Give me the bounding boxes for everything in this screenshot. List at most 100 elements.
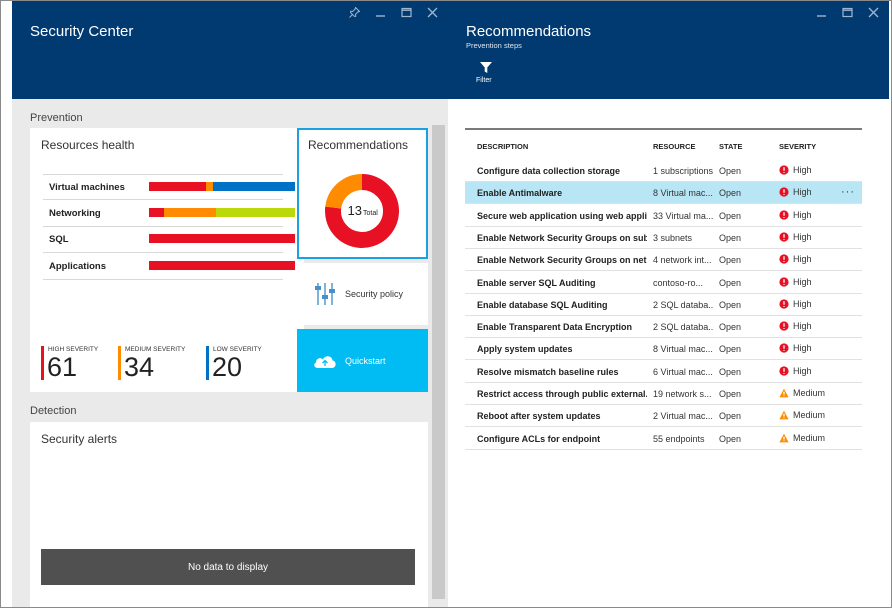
resource-health-bar [149,234,295,243]
minimize-icon[interactable] [374,6,386,18]
close-icon[interactable] [426,6,438,18]
no-data-message: No data to display [41,549,415,585]
resource-row[interactable]: Virtual machines [43,174,295,200]
recommendation-row[interactable]: Secure web application using web appli..… [465,205,862,227]
column-header-description[interactable]: DESCRIPTION [477,142,528,151]
recommendation-state: Open [719,389,742,399]
recommendation-resource: 2 SQL databa... [653,322,714,333]
recommendation-state: Open [719,255,742,266]
quickstart-label: Quickstart [345,356,386,366]
column-header-severity[interactable]: SEVERITY [779,142,816,151]
pin-icon[interactable] [348,6,360,18]
filter-label: Filter [476,77,492,84]
recommendation-row[interactable]: Enable Network Security Groups on sub...… [465,227,862,249]
donut-total-value: 13 [348,203,362,218]
recommendation-state: Open [719,210,742,221]
severity-text: High [793,187,812,198]
high-severity-icon [779,187,789,197]
recommendation-state: Open [719,344,742,355]
recommendation-state: Open [719,433,742,444]
medium-severity-icon [779,410,789,420]
recommendation-row[interactable]: Resolve mismatch baseline rules 6 Virtual… [465,361,862,383]
recommendations-tile[interactable]: Recommendations 13 Total [297,128,428,259]
recommendation-row[interactable]: Enable Network Security Groups on net...… [465,249,862,272]
recommendation-row[interactable]: Restrict access through public external.… [465,383,862,405]
recommendation-row[interactable]: Enable server SQL Auditing contoso-ro... O… [465,272,862,294]
recommendation-row[interactable]: Apply system updates 8 Virtual mac... Open… [465,338,862,361]
recommendation-row[interactable]: Enable database SQL Auditing 2 SQL databa… [465,294,862,316]
security-alerts-tile[interactable]: Security alerts No data to display [30,422,428,607]
recommendation-resource: 55 endpoints [653,433,705,444]
recommendation-severity: High [779,277,839,287]
severity-text: Medium [793,432,826,443]
high-severity-icon [779,366,789,376]
recommendation-state: Open [719,366,742,377]
recommendation-resource: 19 network s... [653,389,712,399]
severity-count[interactable]: MEDIUM SEVERITY 34 [118,346,198,382]
quickstart-tile[interactable]: Quickstart [297,329,428,392]
security-center-header: Security Center [12,1,448,99]
recommendation-description: Enable Network Security Groups on sub... [477,232,647,243]
health-bar-segment [149,207,164,217]
prevention-section-label: Prevention [30,112,83,124]
maximize-icon[interactable] [400,6,412,18]
severity-count[interactable]: LOW SEVERITY 20 [206,346,286,382]
app-frame: Security Center Prevention Resources hea… [0,0,892,608]
severity-text: Medium [793,388,826,398]
filter-button[interactable]: Filter [476,61,498,87]
recommendation-resource: 1 subscriptions [653,166,714,176]
resource-row[interactable]: Applications [43,254,295,280]
resource-row[interactable]: Networking [43,201,295,227]
recommendation-description: Reboot after system updates [477,411,601,422]
recommendation-row[interactable]: Configure data collection storage 1 subsc… [465,160,862,182]
high-severity-icon [779,276,789,287]
recommendation-state: Open [719,411,742,422]
recommendation-description: Secure web application using web appli..… [477,210,647,221]
health-bar-segment [163,207,217,217]
security-center-blade: Security Center Prevention Resources hea… [12,1,448,607]
severity-color-bar [206,346,209,380]
detection-section-label: Detection [30,405,77,417]
severity-count[interactable]: HIGH SEVERITY 61 [41,346,121,382]
recommendation-severity: High [779,187,839,197]
high-severity-icon [779,165,789,175]
close-icon[interactable] [867,6,879,18]
recommendation-row[interactable]: Reboot after system updates 2 Virtual mac… [465,405,862,428]
column-header-resource[interactable]: RESOURCE [653,142,696,151]
security-policy-tile[interactable]: Security policy [297,263,428,325]
recommendation-resource: contoso-ro... [653,277,704,288]
recommendation-resource: 2 Virtual mac... [653,411,713,422]
resources-health-title: Resources health [41,138,135,152]
recommendation-row[interactable]: Configure ACLs for endpoint 55 endpoints O… [465,428,862,450]
sliders-icon [315,283,335,305]
severity-value: 34 [124,352,155,382]
recommendation-description: Enable server SQL Auditing [477,277,596,288]
recommendations-donut: 13 Total [325,174,399,248]
severity-color-bar [118,346,121,380]
recommendation-row[interactable]: Enable Transparent Data Encryption 2 SQL … [465,316,862,339]
recommendation-severity: High [779,321,839,331]
recommendation-resource: 33 Virtual ma... [653,210,714,221]
resource-label: SQL [49,234,69,245]
recommendations-subtitle: Prevention steps [466,41,522,50]
resource-row[interactable]: SQL [43,227,295,253]
high-severity-icon [779,209,789,220]
recommendation-description: Resolve mismatch baseline rules [477,366,619,377]
severity-value: 61 [47,352,78,382]
more-options-icon[interactable]: ··· [841,186,855,198]
recommendation-resource: 6 Virtual mac... [653,366,713,377]
recommendation-row[interactable]: Enable Antimalware 8 Virtual mac... Open Hi… [465,182,862,205]
high-severity-icon [779,343,789,353]
health-bar-segment [149,182,206,191]
severity-text: High [793,298,812,309]
column-header-state[interactable]: STATE [719,142,742,151]
resource-health-bar [149,260,295,270]
recommendation-severity: High [779,254,839,264]
recommendations-table: DESCRIPTION RESOURCE STATE SEVERITY Conf… [465,128,862,450]
recommendation-description: Restrict access through public external.… [477,389,647,399]
blade-scrollbar[interactable] [432,125,445,599]
health-bar-segment [216,207,295,217]
minimize-icon[interactable] [815,6,827,18]
maximize-icon[interactable] [841,6,853,18]
resources-health-tile[interactable]: Resources health Virtual machines Network… [30,128,304,392]
